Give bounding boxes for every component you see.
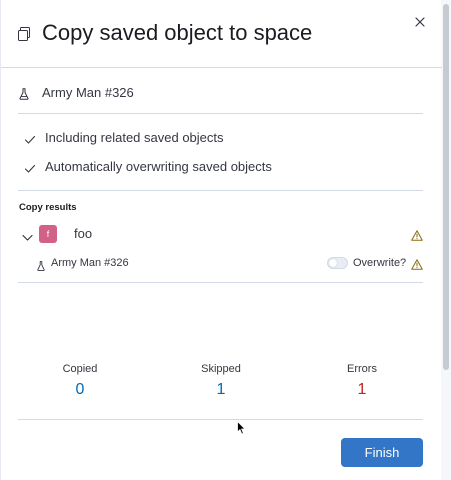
check-icon [24, 132, 36, 144]
summary-skipped-value: 1 [216, 381, 226, 398]
option-include-related: Including related saved objects [1, 128, 442, 148]
beaker-icon [19, 87, 29, 100]
divider [18, 282, 423, 283]
overwrite-label: Overwrite? [353, 257, 407, 269]
finish-button[interactable]: Finish [341, 438, 423, 467]
warning-icon [411, 257, 423, 270]
copy-icon [18, 27, 30, 41]
object-result-title: Army Man #326 [51, 257, 129, 269]
toggle-knob [329, 259, 337, 267]
close-button[interactable] [410, 13, 430, 33]
summary-skipped: Skipped 1 [171, 362, 271, 399]
divider [18, 419, 423, 420]
scrollbar-thumb[interactable] [443, 4, 449, 370]
option-auto-overwrite: Automatically overwriting saved objects [1, 157, 442, 177]
copy-results-title: Copy results [19, 202, 77, 213]
option-label: Automatically overwriting saved objects [45, 159, 272, 174]
beaker-icon [37, 258, 45, 271]
divider [18, 113, 423, 114]
mouse-pointer-icon [237, 421, 246, 435]
summary-errors-label: Errors [347, 363, 377, 375]
option-label: Including related saved objects [45, 130, 224, 145]
object-result-row: Army Man #326 Overwrite? [1, 254, 442, 272]
close-icon[interactable] [415, 14, 425, 32]
saved-object-title: Army Man #326 [42, 85, 134, 100]
overwrite-toggle[interactable] [327, 257, 348, 269]
copy-to-space-flyout: Copy saved object to space Army Man #326… [0, 0, 451, 480]
scrollbar[interactable] [441, 0, 451, 480]
flyout-header: Copy saved object to space [1, 0, 442, 68]
space-avatar: f [39, 225, 57, 243]
summary-errors: Errors 1 [312, 362, 412, 399]
summary-skipped-label: Skipped [201, 363, 241, 375]
summary-copied: Copied 0 [30, 362, 130, 399]
summary-copied-label: Copied [62, 363, 98, 375]
divider [18, 190, 423, 191]
chevron-down-icon[interactable] [22, 229, 33, 241]
warning-icon [411, 228, 423, 241]
space-name: foo [74, 226, 93, 241]
summary-copied-value: 0 [75, 381, 85, 398]
flyout-title: Copy saved object to space [42, 20, 313, 45]
space-result-row: f foo [1, 223, 442, 245]
summary-errors-value: 1 [357, 381, 367, 398]
check-icon [24, 161, 36, 173]
